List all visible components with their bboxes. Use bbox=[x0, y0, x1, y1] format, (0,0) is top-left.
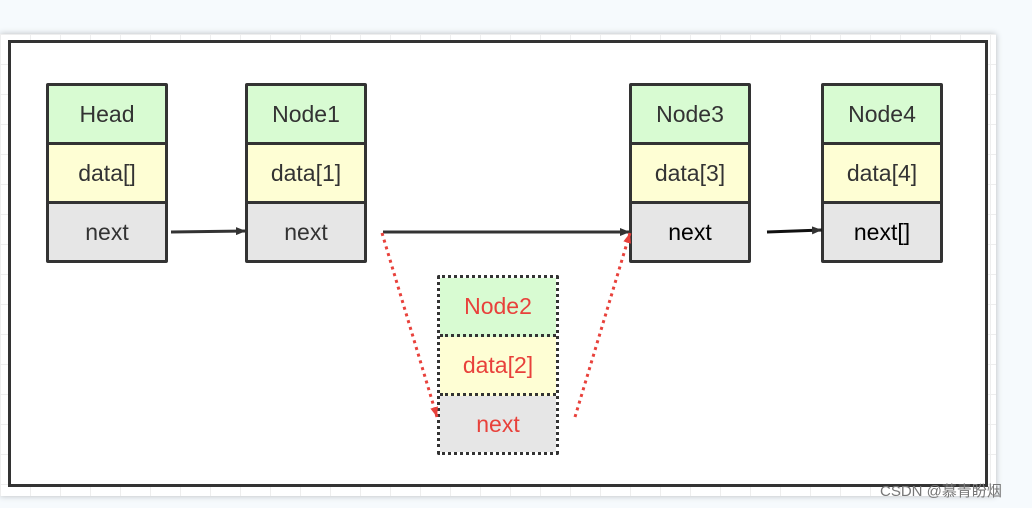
watermark: CSDN @慕青盼烟 bbox=[880, 483, 1002, 500]
edges-layer bbox=[170, 226, 823, 418]
arrow-node1-to-node2 bbox=[380, 232, 439, 418]
arrow-node2-to-node3 bbox=[573, 232, 632, 418]
arrow-head-to-node1 bbox=[170, 227, 247, 236]
arrow-node3-to-node4 bbox=[766, 226, 823, 235]
